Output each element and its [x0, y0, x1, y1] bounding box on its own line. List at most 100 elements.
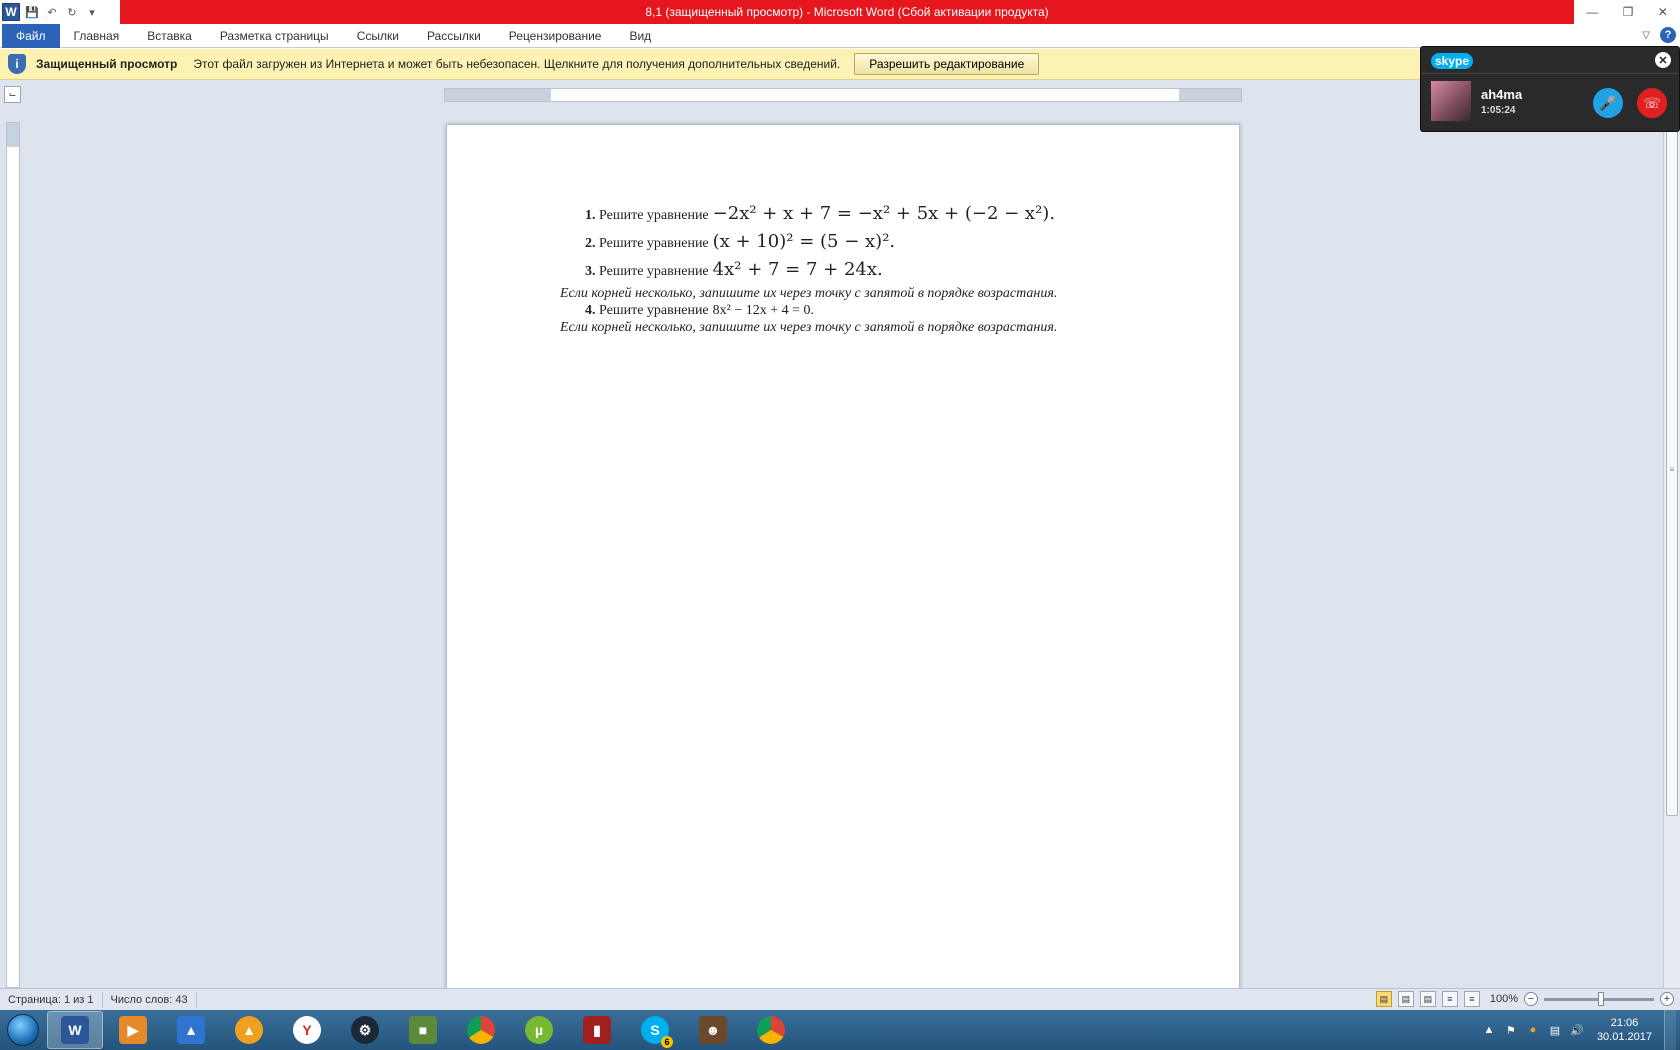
word-app-icon[interactable]: W — [2, 3, 20, 21]
task-number: 4. — [585, 303, 596, 318]
protected-view-message[interactable]: Этот файл загружен из Интернета и может … — [193, 57, 840, 71]
customize-toolbar-icon[interactable]: ▾ — [84, 4, 100, 20]
red-app-icon: ▮ — [583, 1016, 611, 1044]
tab-review[interactable]: Рецензирование — [495, 24, 616, 48]
zoom-slider[interactable] — [1544, 991, 1654, 1006]
tab-file[interactable]: Файл — [2, 23, 60, 48]
task-number: 2. — [585, 236, 596, 251]
microphone-icon[interactable]: 🎤 — [1593, 88, 1623, 118]
outline-icon[interactable]: ≡ — [1441, 991, 1458, 1007]
aimp-icon: ▲ — [235, 1016, 263, 1044]
hang-up-icon[interactable]: ☏ — [1637, 88, 1667, 118]
task-3: 3. Решите уравнение 4x² + 7 = 7 + 24x. — [585, 259, 883, 280]
task-equation: −2x² + x + 7 = −x² + 5x + (−2 − x²). — [712, 203, 1056, 224]
ruler-right-margin — [1179, 89, 1241, 101]
task-equation: 4x² + 7 = 7 + 24x. — [712, 259, 883, 280]
show-hidden-icons-icon[interactable]: ▲ — [1481, 1022, 1497, 1038]
zoom-slider-knob[interactable] — [1598, 991, 1604, 1006]
network-icon[interactable]: ▤ — [1547, 1022, 1563, 1038]
tab-references[interactable]: Ссылки — [343, 24, 413, 48]
web-layout-icon[interactable]: ▤ — [1419, 991, 1436, 1007]
chrome-icon — [467, 1016, 495, 1044]
task-1: 1. Решите уравнение −2x² + x + 7 = −x² +… — [585, 203, 1055, 224]
photo-app-icon: ☻ — [699, 1016, 727, 1044]
taskbar-media-player[interactable]: ▶ — [105, 1011, 161, 1049]
action-center-flag-icon[interactable]: ⚑ — [1503, 1022, 1519, 1038]
horizontal-ruler[interactable] — [444, 88, 1242, 102]
taskbar-photo-app[interactable]: ☻ — [685, 1011, 741, 1049]
zoom-in-icon[interactable]: + — [1660, 992, 1674, 1006]
taskbar-minecraft[interactable]: ■ — [395, 1011, 451, 1049]
task-label: Решите уравнение — [599, 264, 709, 279]
taskbar-skype[interactable]: S6 — [627, 1011, 683, 1049]
redo-icon[interactable]: ↻ — [64, 4, 80, 20]
document-page[interactable]: 1. Решите уравнение −2x² + x + 7 = −x² +… — [446, 124, 1240, 994]
word-count[interactable]: Число слов: 43 — [103, 991, 197, 1008]
print-layout-icon[interactable]: ▤ — [1375, 991, 1392, 1007]
tab-mailings[interactable]: Рассылки — [413, 24, 495, 48]
window-controls: — ❐ ✕ — [1574, 0, 1680, 24]
avatar — [1431, 81, 1471, 121]
task-4: 4. Решите уравнение 8x² − 12x + 4 = 0. — [585, 303, 814, 319]
task-4-note: Если корней несколько, запишите их через… — [560, 320, 1058, 335]
task-equation: (x + 10)² = (5 − x)². — [712, 231, 896, 252]
ribbon-minimize-icon[interactable]: ▽ — [1642, 30, 1650, 41]
zoom-level[interactable]: 100% — [1490, 993, 1518, 1005]
taskbar-aimp[interactable]: ▲ — [163, 1011, 219, 1049]
orange-app-icon[interactable]: ● — [1525, 1022, 1541, 1038]
full-screen-reading-icon[interactable]: ▤ — [1397, 991, 1414, 1007]
tab-view[interactable]: Вид — [615, 24, 665, 48]
skype-icon: S6 — [641, 1016, 673, 1048]
tab-home[interactable]: Главная — [60, 24, 134, 48]
taskbar-aimp-player[interactable]: ▲ — [221, 1011, 277, 1049]
task-3-note: Если корней несколько, запишите их через… — [560, 286, 1058, 301]
minecraft-icon: ■ — [409, 1016, 437, 1044]
taskbar-yandex[interactable]: Y — [279, 1011, 335, 1049]
draft-icon[interactable]: ≡ — [1463, 991, 1480, 1007]
utorrent-icon: µ — [525, 1016, 553, 1044]
taskbar-utorrent[interactable]: µ — [511, 1011, 567, 1049]
ruler-left-margin — [445, 89, 551, 101]
taskbar-red-app[interactable]: ▮ — [569, 1011, 625, 1049]
taskbar-chrome-2[interactable] — [743, 1011, 799, 1049]
page-count[interactable]: Страница: 1 из 1 — [0, 991, 103, 1008]
task-equation: 8x² − 12x + 4 = 0. — [712, 303, 815, 318]
media-player-icon: ▶ — [119, 1016, 147, 1044]
skype-call-window[interactable]: skype ✕ ah4ma 1:05:24 🎤 ☏ — [1420, 46, 1680, 132]
shield-info-icon: i — [8, 54, 26, 74]
contact-name: ah4ma — [1481, 87, 1523, 102]
tab-selector-icon[interactable]: ⌙ — [4, 86, 21, 103]
yandex-browser-icon: Y — [293, 1016, 321, 1044]
status-bar: Страница: 1 из 1 Число слов: 43 ▤ ▤ ▤ ≡ … — [0, 988, 1680, 1010]
help-icon[interactable]: ? — [1660, 27, 1676, 43]
ribbon-tabs: Файл Главная Вставка Разметка страницы С… — [0, 23, 1680, 48]
minimize-icon[interactable]: — — [1586, 5, 1598, 19]
task-label: Решите уравнение — [599, 208, 709, 223]
undo-icon[interactable]: ↶ — [44, 4, 60, 20]
restore-icon[interactable]: ❐ — [1623, 5, 1634, 19]
volume-icon[interactable]: 🔊 — [1569, 1022, 1585, 1038]
triangle-app-icon: ▲ — [177, 1016, 205, 1044]
clock[interactable]: 21:06 30.01.2017 — [1597, 1016, 1652, 1044]
tab-page-layout[interactable]: Разметка страницы — [206, 24, 343, 48]
title-bar: W 💾 ↶ ↻ ▾ 8,1 (защищенный просмотр) - Mi… — [0, 0, 1680, 24]
call-duration: 1:05:24 — [1481, 105, 1516, 116]
windows-logo-icon — [7, 1014, 39, 1046]
scrollbar-thumb[interactable]: ≡ — [1666, 122, 1678, 816]
close-icon[interactable]: ✕ — [1658, 5, 1668, 19]
tab-insert[interactable]: Вставка — [133, 24, 206, 48]
vertical-scrollbar[interactable]: ≡ — [1663, 80, 1680, 988]
zoom-out-icon[interactable]: − — [1524, 992, 1538, 1006]
system-tray: ▲ ⚑ ● ▤ 🔊 21:06 30.01.2017 — [1481, 1010, 1680, 1050]
show-desktop-button[interactable] — [1664, 1010, 1676, 1050]
enable-editing-button[interactable]: Разрешить редактирование — [854, 53, 1040, 75]
close-icon[interactable]: ✕ — [1655, 52, 1671, 68]
divider — [1421, 73, 1679, 74]
ribbon-right-controls: ▽ ? — [1642, 27, 1676, 43]
start-button[interactable] — [0, 1010, 46, 1050]
vertical-ruler[interactable] — [6, 122, 20, 988]
save-icon[interactable]: 💾 — [24, 4, 40, 20]
taskbar-steam[interactable]: ⚙ — [337, 1011, 393, 1049]
taskbar-chrome[interactable] — [453, 1011, 509, 1049]
taskbar-word[interactable]: W — [47, 1011, 103, 1049]
